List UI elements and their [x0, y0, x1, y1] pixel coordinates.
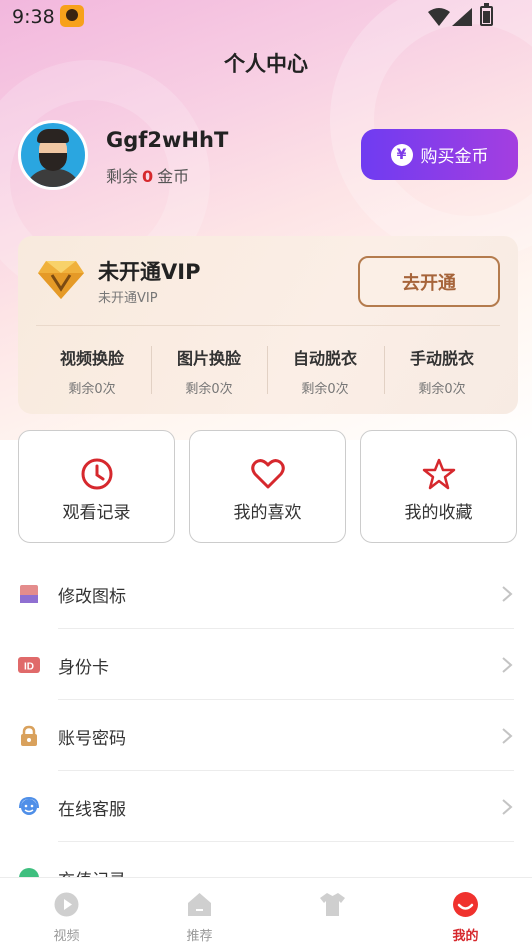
quick-action-label: 我的喜欢 — [233, 503, 302, 523]
buy-coins-button[interactable]: ¥ 购买金币 — [361, 129, 518, 180]
heart-icon — [251, 459, 285, 489]
lock-icon — [21, 725, 37, 746]
coin-count: 0 — [142, 167, 154, 186]
vip-stat-count: 剩余0次 — [301, 382, 349, 397]
tab-label: 视频 — [53, 929, 80, 944]
vip-stat-count: 剩余0次 — [68, 382, 116, 397]
buy-coins-label: 购买金币 — [420, 147, 489, 167]
status-bar: 9:38 — [0, 0, 532, 36]
tab-outfit[interactable] — [266, 878, 399, 950]
quick-action-my-favorites[interactable]: 我的收藏 — [360, 430, 517, 543]
battery-icon — [480, 3, 493, 26]
username: Ggf2wHhT — [106, 128, 229, 152]
vip-stat-auto-undress[interactable]: 自动脱衣 剩余0次 — [267, 345, 383, 397]
coin-balance: 剩余 0 金币 — [106, 163, 189, 187]
avatar[interactable] — [18, 120, 88, 190]
star-icon — [422, 458, 456, 490]
wifi-icon — [428, 8, 450, 26]
coin-prefix: 剩余 — [106, 167, 139, 186]
vip-stat-count: 剩余0次 — [185, 382, 233, 397]
open-vip-button[interactable]: 去开通 — [358, 256, 500, 307]
vip-title: 未开通VIP — [98, 260, 201, 284]
quick-action-watch-history[interactable]: 观看记录 — [18, 430, 175, 543]
bottom-tab-bar: 视频 推荐 我的 — [0, 877, 532, 950]
vip-card: 未开通VIP 未开通VIP 去开通 视频换脸 剩余0次 图片换脸 剩余0次 自动… — [18, 236, 518, 414]
clock-icon — [81, 458, 113, 490]
profile-icon — [453, 892, 478, 917]
vip-subtitle: 未开通VIP — [98, 291, 158, 306]
chevron-right-icon — [502, 728, 513, 744]
tab-video[interactable]: 视频 — [0, 878, 133, 950]
vip-stat-label: 视频换脸 — [59, 349, 124, 368]
palette-icon — [20, 585, 38, 603]
menu-item-id-card[interactable]: ID 身份卡 — [0, 629, 532, 700]
id-card-icon: ID — [18, 657, 40, 673]
headset-icon — [19, 796, 39, 815]
quick-action-label: 观看记录 — [62, 503, 131, 523]
menu-item-label: 在线客服 — [58, 800, 126, 820]
tab-me[interactable]: 我的 — [399, 878, 532, 950]
app-notification-icon — [60, 5, 84, 27]
yen-icon: ¥ — [390, 143, 413, 166]
chevron-right-icon — [502, 657, 513, 673]
video-icon — [54, 892, 79, 917]
vip-stat-video-swap[interactable]: 视频换脸 剩余0次 — [34, 345, 150, 397]
home-icon — [188, 893, 211, 916]
vip-diamond-icon — [38, 261, 84, 299]
vip-stat-image-swap[interactable]: 图片换脸 剩余0次 — [151, 345, 267, 397]
signal-icon — [452, 8, 472, 26]
menu-item-label: 账号密码 — [58, 729, 126, 749]
tshirt-icon — [320, 893, 345, 916]
menu-item-label: 身份卡 — [58, 658, 109, 678]
menu-item-change-icon[interactable]: 修改图标 — [0, 558, 532, 629]
menu-item-online-support[interactable]: 在线客服 — [0, 771, 532, 842]
vip-stat-label: 自动脱衣 — [292, 349, 357, 368]
chevron-right-icon — [502, 586, 513, 602]
vip-stat-label: 图片换脸 — [176, 349, 241, 368]
quick-action-label: 我的收藏 — [404, 503, 473, 523]
quick-action-my-likes[interactable]: 我的喜欢 — [189, 430, 346, 543]
tab-label: 我的 — [452, 929, 479, 944]
menu-item-label: 修改图标 — [58, 587, 126, 607]
svg-text:ID: ID — [24, 662, 34, 673]
vip-stat-label: 手动脱衣 — [409, 349, 474, 368]
tab-label: 推荐 — [186, 929, 213, 944]
menu-item-account-password[interactable]: 账号密码 — [0, 700, 532, 771]
coin-suffix: 金币 — [157, 167, 190, 186]
status-time: 9:38 — [12, 6, 55, 28]
page-title: 个人中心 — [224, 52, 308, 76]
tab-recommend[interactable]: 推荐 — [133, 878, 266, 950]
vip-stat-manual-undress[interactable]: 手动脱衣 剩余0次 — [384, 345, 500, 397]
vip-stat-count: 剩余0次 — [418, 382, 466, 397]
chevron-right-icon — [502, 799, 513, 815]
divider — [36, 325, 500, 326]
